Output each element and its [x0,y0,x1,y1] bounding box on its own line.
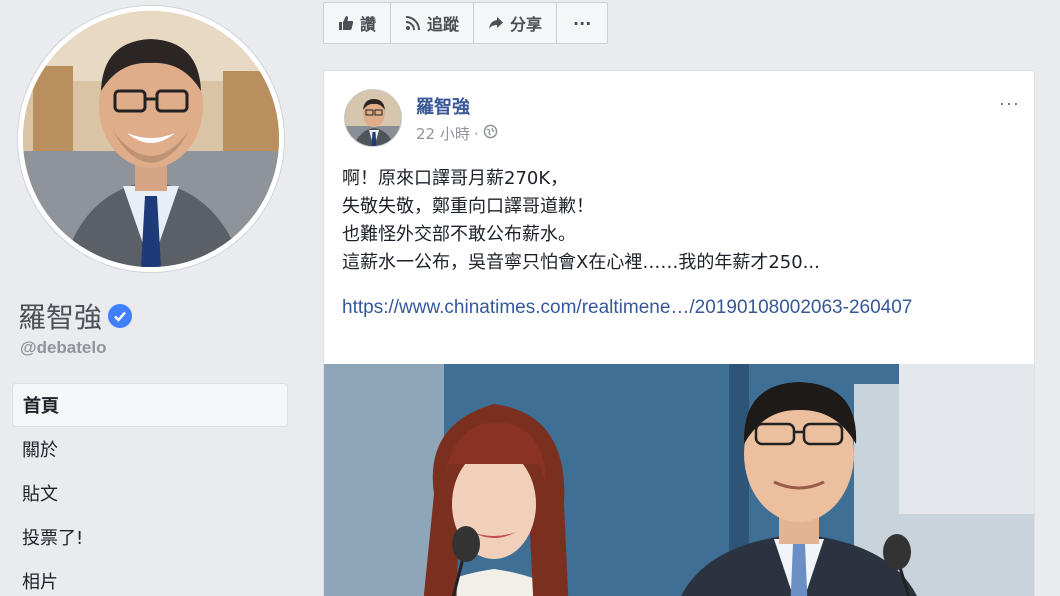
nav-item-posts[interactable]: 貼文 [12,471,288,515]
like-button[interactable]: 讚 [324,3,392,43]
thumbs-up-icon [338,15,354,31]
post-text: 啊！原來口譯哥月薪270K， 失敬失敬，鄭重向口譯哥道歉！ 也難怪外交部不敢公布… [342,165,1022,277]
post-text-line: 也難怪外交部不敢公布薪水。 [342,224,576,245]
follow-label: 追蹤 [427,15,460,34]
like-label: 讚 [360,15,377,34]
rss-follow-icon [405,15,421,31]
post-author-name[interactable]: 羅智強 [416,93,470,119]
post-options-button[interactable]: ··· [999,93,1020,114]
page-nav: 首頁 關於 貼文 投票了! 相片 [12,383,288,596]
nav-item-home[interactable]: 首頁 [12,383,288,427]
nav-item-about[interactable]: 關於 [12,427,288,471]
post-author-avatar[interactable] [344,89,402,147]
share-arrow-icon [488,15,504,31]
post-link[interactable]: https://www.chinatimes.com/realtimene…/2… [342,293,982,322]
post-meta: 22 小時 · [416,123,498,144]
follow-button[interactable]: 追蹤 [391,3,475,43]
verified-badge-icon [108,304,133,328]
post-text-line: 啊！原來口譯哥月薪270K， [342,168,569,189]
more-actions-button[interactable]: ··· [557,3,607,43]
left-column: 羅智強 @debatelo 首頁 關於 貼文 投票了! 相片 [0,0,305,596]
meta-separator: · [473,124,479,143]
nav-item-photos[interactable]: 相片 [12,559,288,596]
share-button[interactable]: 分享 [474,3,558,43]
post-text-line: 失敬失敬，鄭重向口譯哥道歉！ [342,196,594,217]
page-name-row: 羅智強 [18,296,133,336]
post-text-line: 這薪水一公布，吳音寧只怕會X在心裡……我的年薪才250... [342,252,820,273]
post-timestamp[interactable]: 22 小時 [416,123,470,144]
page-name[interactable]: 羅智強 [18,296,102,336]
profile-picture[interactable] [18,6,284,272]
nav-item-vote[interactable]: 投票了! [12,515,288,559]
page-action-bar: 讚 追蹤 分享 ··· [323,2,609,44]
globe-icon [483,124,498,143]
page-handle[interactable]: @debatelo [20,338,106,358]
profile-photo [23,11,279,267]
post-card: 羅智強 22 小時 · ··· 啊！原來口譯哥月薪270K， 失敬失敬，鄭重向口… [323,70,1035,596]
post-photo[interactable] [324,364,1034,596]
share-label: 分享 [510,15,543,34]
more-label: ··· [573,13,592,33]
